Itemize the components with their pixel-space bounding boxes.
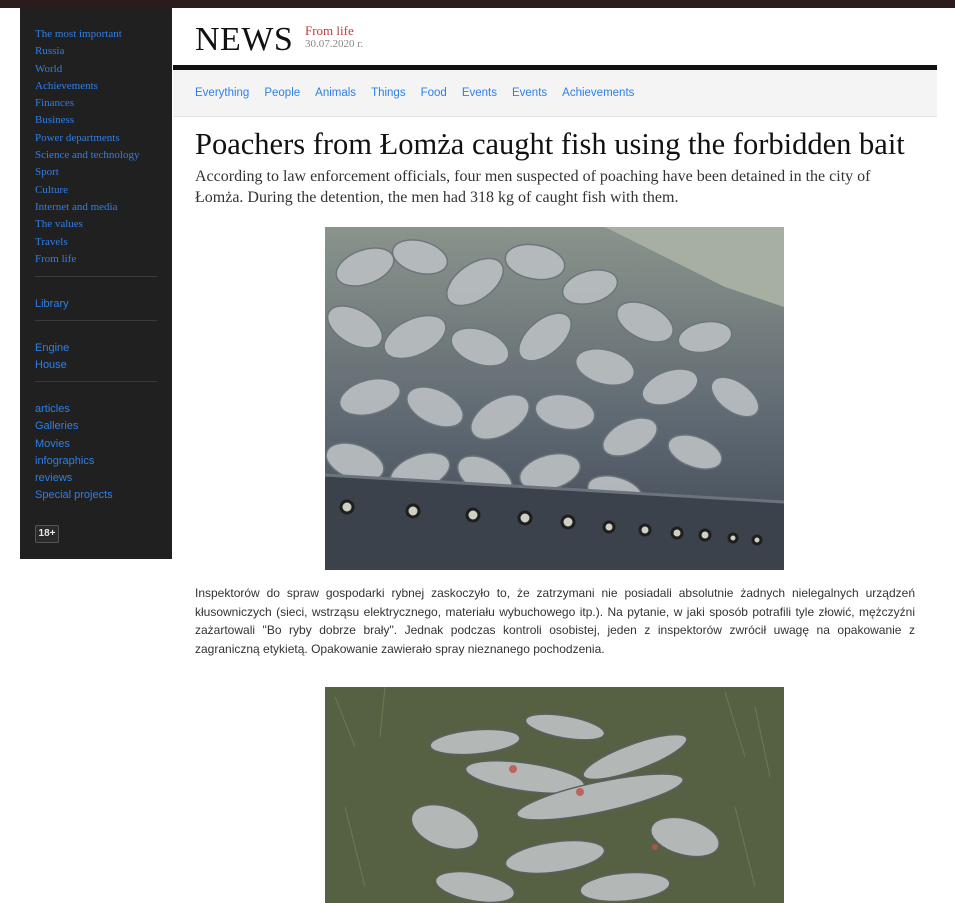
sidebar-item-science[interactable]: Science and technology: [35, 147, 139, 164]
sidebar-item-business[interactable]: Business: [35, 112, 139, 129]
site-logo[interactable]: NEWS: [195, 21, 293, 59]
sidebar-divider: [35, 320, 157, 321]
tab-everything[interactable]: Everything: [195, 87, 249, 99]
sidebar-item-power-departments[interactable]: Power departments: [35, 130, 139, 147]
sidebar-item-special-projects[interactable]: Special projects: [35, 487, 113, 504]
tab-food[interactable]: Food: [421, 87, 447, 99]
sidebar-divider: [35, 381, 157, 382]
tab-achievements[interactable]: Achievements: [562, 87, 634, 99]
tab-things[interactable]: Things: [371, 87, 406, 99]
article-photo-fish-on-grass: [325, 687, 784, 903]
sidebar-item-sport[interactable]: Sport: [35, 164, 139, 181]
sidebar-item-infographics[interactable]: infographics: [35, 453, 113, 470]
tab-people[interactable]: People: [264, 87, 300, 99]
section-link[interactable]: From life: [305, 23, 354, 39]
sidebar-item-most-important[interactable]: The most important: [35, 26, 139, 43]
sidebar-item-house[interactable]: House: [35, 357, 69, 374]
article-lead: According to law enforcement officials, …: [195, 168, 871, 206]
sidebar-item-engine[interactable]: Engine: [35, 340, 69, 357]
sidebar-item-culture[interactable]: Culture: [35, 182, 139, 199]
sidebar: The most important Russia World Achievem…: [20, 8, 172, 559]
sidebar-secondary-nav: Engine House: [35, 340, 69, 375]
article-photo-fish-in-net: [325, 227, 784, 570]
article-headline: Poachers from Łomża caught fish using th…: [195, 127, 905, 161]
article-body-paragraph: Inspektorów do spraw gospodarki rybnej z…: [195, 586, 915, 656]
sidebar-item-galleries[interactable]: Galleries: [35, 418, 113, 435]
sidebar-item-russia[interactable]: Russia: [35, 43, 139, 60]
tab-events[interactable]: Events: [462, 87, 497, 99]
sidebar-item-movies[interactable]: Movies: [35, 436, 113, 453]
tab-animals[interactable]: Animals: [315, 87, 356, 99]
sidebar-primary-nav: The most important Russia World Achievem…: [35, 26, 139, 268]
sidebar-item-world[interactable]: World: [35, 61, 139, 78]
age-rating-badge: 18+: [35, 525, 59, 543]
category-tabs: Everything People Animals Things Food Ev…: [195, 87, 649, 99]
sidebar-item-travels[interactable]: Travels: [35, 234, 139, 251]
sidebar-item-articles[interactable]: articles: [35, 401, 113, 418]
top-strip: [0, 0, 955, 8]
sidebar-item-from-life[interactable]: From life: [35, 251, 139, 268]
sidebar-item-internet-media[interactable]: Internet and media: [35, 199, 139, 216]
category-tabs-bar: Everything People Animals Things Food Ev…: [173, 70, 937, 117]
sidebar-divider: [35, 276, 157, 277]
sidebar-item-values[interactable]: The values: [35, 216, 139, 233]
sidebar-item-reviews[interactable]: reviews: [35, 470, 113, 487]
sidebar-tertiary-nav: articles Galleries Movies infographics r…: [35, 401, 113, 505]
publish-date: 30.07.2020 г.: [305, 38, 364, 50]
tab-events-2[interactable]: Events: [512, 87, 547, 99]
sidebar-item-library[interactable]: Library: [35, 296, 69, 313]
sidebar-item-finances[interactable]: Finances: [35, 95, 139, 112]
sidebar-library-nav: Library: [35, 296, 69, 313]
sidebar-item-achievements[interactable]: Achievements: [35, 78, 139, 95]
